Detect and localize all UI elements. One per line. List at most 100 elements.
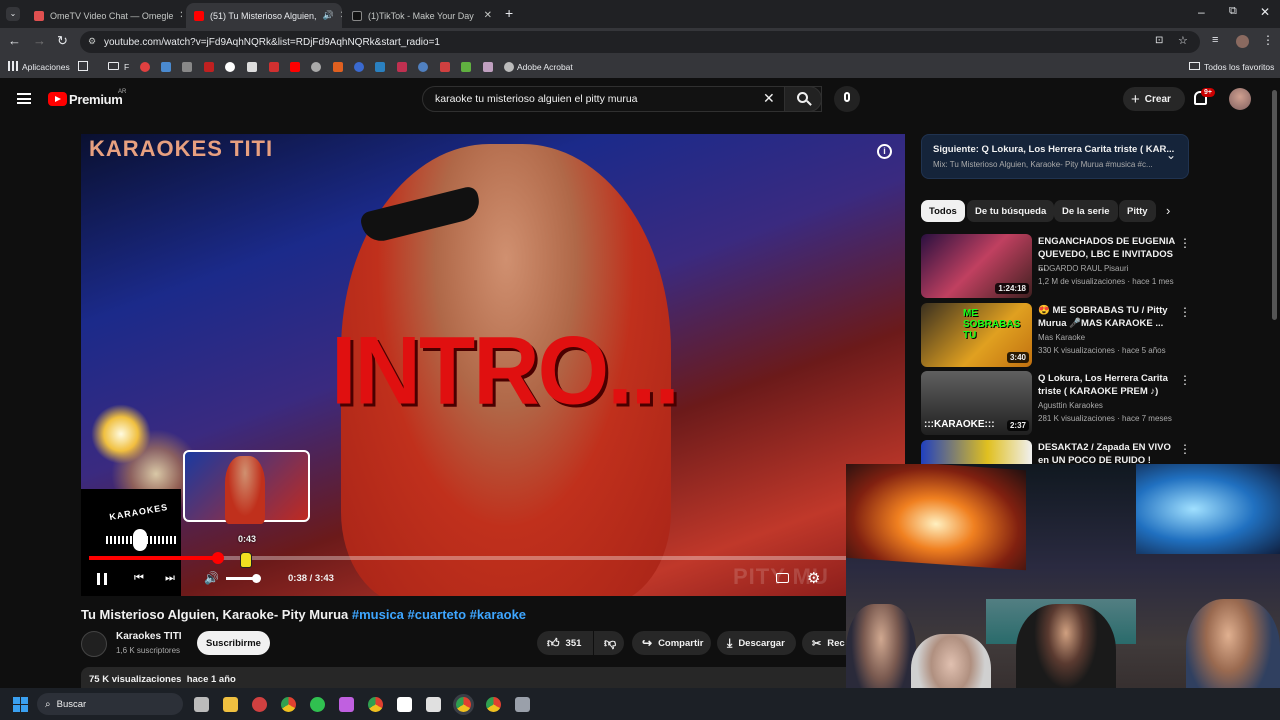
reload-icon[interactable]: ↻ — [57, 33, 68, 49]
up-next-panel[interactable]: Siguiente: Q Lokura, Los Herrera Carita … — [921, 134, 1189, 179]
address-bar[interactable]: ⚙ youtube.com/watch?v=jFd9AqhNQRk&list=R… — [80, 31, 1200, 53]
bookmark-adobe-acrobat[interactable]: Adobe Acrobat — [517, 62, 573, 72]
chevron-down-icon[interactable]: ⌄ — [1166, 148, 1176, 162]
bookmark-favicon-icon[interactable] — [204, 62, 214, 72]
recommendation-thumbnail[interactable]: 1:24:18 — [921, 234, 1032, 298]
bookmark-favicon-icon[interactable] — [140, 62, 150, 72]
tab-close-icon[interactable]: ✕ — [484, 10, 492, 21]
chrome-icon[interactable] — [281, 697, 296, 712]
channel-name[interactable]: Karaokes TITI — [116, 631, 182, 642]
install-app-icon[interactable]: ⊡ — [1155, 35, 1163, 46]
bookmark-all-favorites[interactable]: Todos los favoritos — [1204, 62, 1274, 72]
chrome-icon[interactable] — [368, 697, 383, 712]
youtube-logo-icon[interactable] — [48, 92, 67, 106]
subtitles-icon[interactable] — [776, 573, 789, 583]
volume-slider[interactable] — [226, 573, 261, 583]
restore-icon[interactable]: ⧉ — [1229, 5, 1237, 18]
chip-todos[interactable]: Todos — [921, 200, 965, 222]
youtube-bookmark-icon[interactable] — [290, 62, 300, 72]
settings-gear-icon[interactable]: ⚙ — [807, 569, 820, 587]
site-info-icon[interactable]: ⚙ — [88, 36, 96, 47]
youtube-premium-logo-text[interactable]: Premium — [69, 92, 123, 107]
chip-de-tu-busqueda[interactable]: De tu búsqueda — [967, 200, 1055, 222]
like-button[interactable]: 👍︎ 351 — [537, 631, 593, 655]
previous-icon[interactable]: ⏮ — [134, 572, 144, 585]
more-options-icon[interactable]: ⋮ — [1179, 236, 1191, 250]
facebook-icon[interactable] — [354, 62, 364, 72]
app-icon[interactable] — [426, 697, 441, 712]
media-control-icon[interactable]: ≡ — [1212, 34, 1218, 46]
capcut-icon[interactable] — [397, 697, 412, 712]
voice-search-button[interactable] — [834, 86, 860, 112]
tab-close-icon[interactable]: ✕ — [179, 10, 182, 21]
hamburger-menu-icon[interactable] — [17, 93, 31, 104]
profile-avatar[interactable] — [1236, 35, 1249, 48]
chips-next-arrow-icon[interactable]: › — [1166, 203, 1170, 218]
bookmark-favicon-icon[interactable] — [269, 62, 279, 72]
tab-close-icon[interactable]: ✕ — [340, 10, 342, 21]
description-box[interactable]: 75 K visualizaciones hace 1 año — [81, 667, 861, 689]
account-avatar[interactable] — [1229, 88, 1251, 110]
recommendation-item[interactable]: DESAKTA2 / Zapada EN VIVO en UN POCO DE … — [921, 440, 1191, 464]
tab-search-icon[interactable]: ⌄ — [6, 7, 20, 21]
folder-icon[interactable] — [108, 62, 119, 70]
chip-pitty[interactable]: Pitty — [1119, 200, 1156, 222]
volume-icon[interactable]: 🔊 — [204, 571, 219, 585]
bookmark-favicon-icon[interactable] — [182, 62, 192, 72]
create-button[interactable]: + Crear — [1123, 87, 1185, 111]
audio-playing-icon[interactable]: 🔊 — [323, 10, 334, 21]
bookmark-favicon-icon[interactable] — [483, 62, 493, 72]
more-options-icon[interactable]: ⋮ — [1179, 373, 1191, 387]
chrome-icon[interactable] — [486, 697, 501, 712]
bookmark-favicon-icon[interactable] — [461, 62, 471, 72]
recommendation-thumbnail[interactable]: :::KARAOKE::: 2:37 — [921, 371, 1032, 435]
bookmark-star-icon[interactable]: ☆ — [1178, 34, 1188, 47]
bookmark-favicon-icon[interactable] — [375, 62, 385, 72]
video-hashtags[interactable]: #musica #cuarteto #karaoke — [352, 607, 526, 622]
bookmark-favicon-icon[interactable] — [311, 62, 321, 72]
browser-menu-icon[interactable]: ⋮ — [1262, 33, 1274, 47]
new-tab-icon[interactable]: + — [505, 5, 513, 21]
app-icon[interactable] — [339, 697, 354, 712]
page-scrollbar[interactable] — [1272, 90, 1277, 320]
file-explorer-icon[interactable] — [223, 697, 238, 712]
dislike-button[interactable]: 👎︎ — [594, 631, 624, 655]
subscribe-button[interactable]: Suscribirme — [197, 631, 270, 655]
forward-icon[interactable]: → — [33, 33, 46, 48]
taskbar-search-box[interactable]: ⌕ Buscar — [37, 693, 183, 715]
more-options-icon[interactable]: ⋮ — [1179, 442, 1191, 456]
apps-grid-icon[interactable] — [8, 61, 18, 71]
google-icon[interactable] — [225, 62, 235, 72]
search-button[interactable] — [784, 86, 822, 112]
adobe-acrobat-icon[interactable] — [504, 62, 514, 72]
pause-icon[interactable] — [97, 573, 107, 585]
recommendation-item[interactable]: :::KARAOKE::: 2:37 Q Lokura, Los Herrera… — [921, 371, 1191, 435]
wordpress-icon[interactable] — [418, 62, 428, 72]
whatsapp-icon[interactable] — [310, 697, 325, 712]
bookmark-favicon-icon[interactable] — [161, 62, 171, 72]
recommendation-thumbnail[interactable]: ME SOBRABAS TU 3:40 — [921, 303, 1032, 367]
bookmark-favicon-icon[interactable] — [247, 62, 257, 72]
chip-de-la-serie[interactable]: De la serie — [1054, 200, 1118, 222]
next-icon[interactable]: ⏭ — [165, 572, 175, 585]
minimize-icon[interactable]: – — [1198, 5, 1205, 19]
tab-youtube[interactable]: (51) Tu Misterioso Alguien, 🔊 ✕ — [186, 3, 342, 28]
video-player[interactable]: KARAOKES TITI INTRO... i KARAOKES PITY M… — [81, 134, 905, 596]
recommendation-item[interactable]: ME SOBRABAS TU 3:40 😍 ME SOBRABAS TU / P… — [921, 303, 1191, 367]
back-icon[interactable]: ← — [8, 33, 21, 48]
chrome-icon[interactable] — [456, 697, 471, 712]
tab-tiktok[interactable]: (1)TikTok - Make Your Day ✕ — [344, 3, 500, 28]
window-close-icon[interactable]: ✕ — [1260, 5, 1270, 19]
bookmark-favicon-icon[interactable] — [333, 62, 343, 72]
channel-avatar[interactable] — [81, 631, 107, 657]
all-favorites-folder-icon[interactable] — [1189, 62, 1200, 70]
tab-groups-icon[interactable] — [78, 61, 88, 71]
info-icon[interactable]: i — [877, 144, 892, 159]
bookmark-apps[interactable]: Aplicaciones — [22, 62, 70, 72]
app-icon[interactable] — [252, 697, 267, 712]
tab-ometv[interactable]: OmeTV Video Chat — Omegle ✕ — [26, 3, 182, 28]
bookmark-folder-f[interactable]: F — [124, 62, 129, 72]
search-input[interactable]: karaoke tu misterioso alguien el pitty m… — [422, 86, 822, 112]
app-icon[interactable] — [515, 697, 530, 712]
bookmark-favicon-icon[interactable] — [397, 62, 407, 72]
